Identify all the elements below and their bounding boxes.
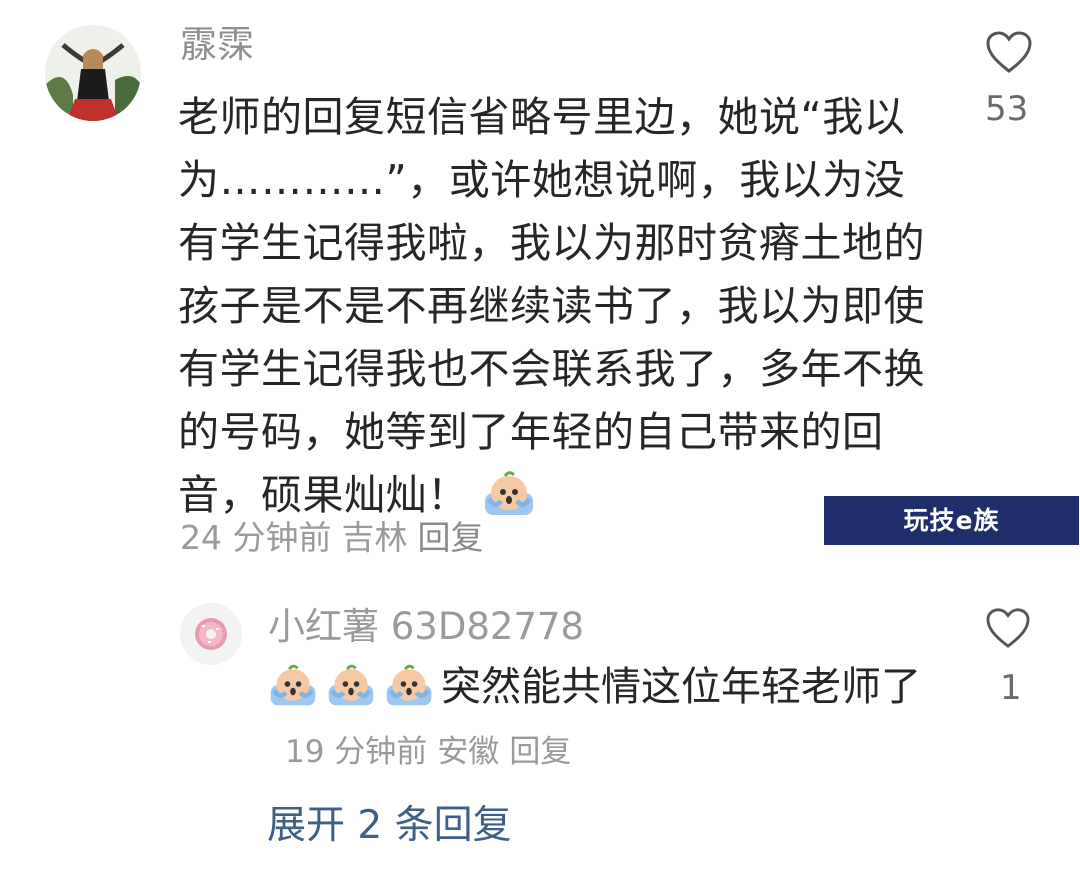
like-heart-icon[interactable] xyxy=(985,30,1033,74)
reply-like-count: 1 xyxy=(1000,668,1022,708)
like-count: 53 xyxy=(985,89,1029,129)
reply-username[interactable]: 小红薯 63D82778 xyxy=(268,608,584,645)
comment-meta: 24 分钟前 吉林 回复 xyxy=(180,521,493,554)
reply-text: 突然能共情这位年轻老师了 19 分钟前 安徽 回复 xyxy=(267,656,927,783)
reply-time: 19 分钟前 xyxy=(285,734,428,770)
avatar-image xyxy=(45,25,141,121)
donut-avatar-icon xyxy=(195,618,227,650)
comment-username[interactable]: 霡霂 xyxy=(180,26,254,63)
avatar[interactable] xyxy=(45,25,141,121)
comment-location: 吉林 xyxy=(341,518,408,557)
crying-emoji-icon xyxy=(325,662,381,710)
reply-meta: 19 分钟前 安徽 回复 xyxy=(285,734,581,770)
reply-like-heart-icon[interactable] xyxy=(985,607,1031,649)
comment-time: 24 分钟前 xyxy=(180,518,332,557)
reply-button[interactable]: 回复 xyxy=(417,518,483,557)
comment-text-content: 老师的回复短信省略号里边，她说“我以为…………”，或许她想说啊，我以为没有学生记… xyxy=(178,93,925,519)
comment-text: 老师的回复短信省略号里边，她说“我以为…………”，或许她想说啊，我以为没有学生记… xyxy=(178,86,928,527)
reply-text-content: 突然能共情这位年轻老师了 xyxy=(441,664,921,710)
crying-emoji-icon xyxy=(481,469,537,517)
reply-avatar[interactable] xyxy=(180,603,242,665)
watermark-logo: 玩技e族 xyxy=(824,496,1079,545)
reply-location: 安徽 xyxy=(437,734,500,770)
expand-replies-link[interactable]: 展开 2 条回复 xyxy=(267,806,512,845)
crying-emoji-icon xyxy=(383,662,439,710)
crying-emoji-icon xyxy=(267,662,323,710)
reply-reply-button[interactable]: 回复 xyxy=(509,734,571,770)
